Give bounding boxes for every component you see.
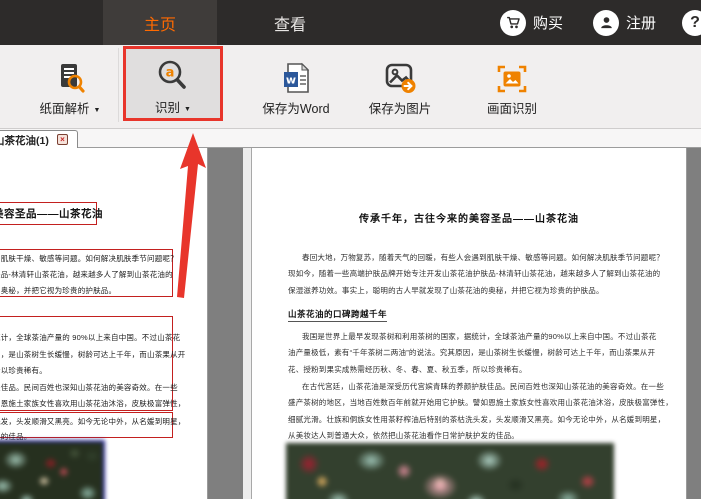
result-title: 传承千年，古往今来的美容圣品——山茶花油 [359,214,579,225]
scan-text-line: 到肌肤干燥、敏感等问题。如何解决肌肤季节问题呢？ [0,254,178,263]
register-label: 注册 [626,15,657,32]
save-as-word-button[interactable]: w 保存为Word [240,46,352,122]
result-text-line: 保湿滋养功效。事实上，聪明的古人早就发现了山茶花油的奥秘，并把它视为珍贵的护肤品… [288,286,604,295]
result-text-line: 盛产茶树的地区，当地百姓数百年前就开始用它护肤。譬如恩施土家族女性喜欢用山茶花油… [288,398,673,407]
result-text-line: 我国是世界上最早发现茶树和利用茶树的国家，据统计，全球茶油产量的90%以上来自中… [302,332,657,341]
scan-text-line: 因，是山茶树生长缓慢，树龄可达上千年，而山茶果从开 [0,350,186,359]
ocr-app-window: 主页 查看 购买 注册 ? 纸面解析 ▼ a 识别 ▼ w 保存为Word 保存… [0,0,701,499]
scan-text-line: 如恩施土家族女性喜欢用山茶花油沐浴，皮肤极富弹性， [0,399,186,408]
svg-text:w: w [286,74,296,87]
top-menu-bar: 主页 查看 购买 注册 ? [0,0,701,45]
buy-label: 购买 [533,15,564,32]
result-text-line: 花、授粉到果实成熟需经历秋、冬、春、夏、秋五季，所以珍贵稀有。 [288,365,527,374]
scan-page: 美容圣品——山茶花油 到肌肤干燥、敏感等问题。如何解决肌肤季节问题呢？ 肤品-林… [0,148,208,499]
scan-text-line: 肤品-林清轩山茶花油，越来越多人了解到山茶花油的 [0,270,173,279]
cart-icon [500,9,526,36]
screen-recognize-label: 画面识别 [486,102,537,116]
recognize-label: 识别 ▼ [155,101,191,115]
screen-recognize-icon [496,54,528,94]
result-text-line: 从美妆达人到普通大众，依然把山茶花油看作日常护肤护发的佳品。 [288,431,519,440]
document-tab-bar: 山茶花油(1) × [0,129,701,148]
result-page: 传承千年，古往今来的美容圣品——山茶花油 春回大地，万物复苏，随着天气的回暖，有… [252,148,687,499]
tab-close-icon[interactable]: × [57,134,68,145]
result-text-line: 春回大地，万物复苏，随着天气的回暖，有些人会遇到肌肤干燥、敏感等问题。如何解决肌… [302,253,664,262]
save-as-image-label: 保存为图片 [368,102,432,116]
result-text-line: 现如今，随着一些高端护肤品牌开始专注开发山茶花油护肤品-林清轩山茶花油，越来越多… [288,269,661,278]
ribbon-tab-view[interactable]: 查看 [245,0,335,45]
dropdown-arrow-icon: ▼ [184,106,191,113]
help-glyph: ? [690,13,700,31]
document-tab[interactable]: 山茶花油(1) × [0,130,78,148]
help-button[interactable]: ? [682,0,701,45]
svg-text:a: a [166,66,175,81]
scan-text-line: 所以珍贵稀有。 [0,366,47,375]
ribbon-toolbar: 纸面解析 ▼ a 识别 ▼ w 保存为Word 保存为图片 画面识别 [0,45,701,129]
scan-text-line: 统计，全球茶油产量的 90%以上来自中国。不过山茶花 [0,333,181,342]
help-icon: ? [682,9,701,36]
document-area: 美容圣品——山茶花油 到肌肤干燥、敏感等问题。如何解决肌肤季节问题呢？ 肤品-林… [0,148,701,499]
text-region-outline[interactable] [0,316,173,411]
paper-analysis-button[interactable]: 纸面解析 ▼ [20,46,120,122]
ribbon-tab-view-label: 查看 [273,16,306,34]
camellia-photo-region[interactable] [0,440,105,499]
result-text-line: 油产量极低，素有“千年茶树二两油”的说法。究其原因，是山茶树生长缓慢，树龄可达上… [288,348,656,357]
result-text-line: 细腻光滑。壮族和侗族女性用茶籽榨油后特别的茶枯洗头发，头发顺滑又黑亮。如今无论中… [288,415,666,424]
save-as-image-button[interactable]: 保存为图片 [346,46,454,122]
camellia-photo-result [286,443,614,499]
buy-button[interactable]: 购买 [500,0,563,45]
recognize-button-highlighted[interactable]: a 识别 ▼ [123,46,223,121]
result-section-heading: 山茶花油的口碑跨越千年 [288,308,388,322]
result-text-line: 在古代宫廷，山茶花油是深受历代宫嫔青睐的养颜护肤佳品。民间百姓也深知山茶花油的美… [302,382,664,391]
scan-text-line: 肤佳品。民间百姓也深知山茶花油的美容奇效。在一些 [0,383,178,392]
scan-text-line: 的奥秘，并把它视为珍贵的护肤品。 [0,286,117,295]
recognition-result-pane[interactable]: 传承千年，古往今来的美容圣品——山茶花油 春回大地，万物复苏，随着天气的回暖，有… [252,148,701,499]
screen-recognize-button[interactable]: 画面识别 [462,46,562,122]
pane-splitter[interactable] [243,148,252,499]
ribbon-tab-home-label: 主页 [143,16,176,34]
paper-analysis-label: 纸面解析 ▼ [39,102,101,116]
dropdown-arrow-icon: ▼ [93,107,101,114]
word-doc-icon: w [280,54,312,94]
register-button[interactable]: 注册 [593,0,656,45]
original-scan-pane[interactable]: 美容圣品——山茶花油 到肌肤干燥、敏感等问题。如何解决肌肤季节问题呢？ 肤品-林… [0,148,243,499]
document-tab-label: 山茶花油(1) [0,135,49,147]
user-icon [593,9,619,36]
scan-title: 美容圣品——山茶花油 [0,208,103,220]
doc-magnifier-icon [55,54,85,94]
image-export-icon [383,54,417,94]
ribbon-tab-home[interactable]: 主页 [103,0,217,45]
scan-text-line: 洗发，头发顺滑又黑亮。如今无论中外，从名媛到明星， [0,417,186,426]
save-as-word-label: 保存为Word [262,102,330,116]
magnifier-a-icon: a [156,53,190,93]
